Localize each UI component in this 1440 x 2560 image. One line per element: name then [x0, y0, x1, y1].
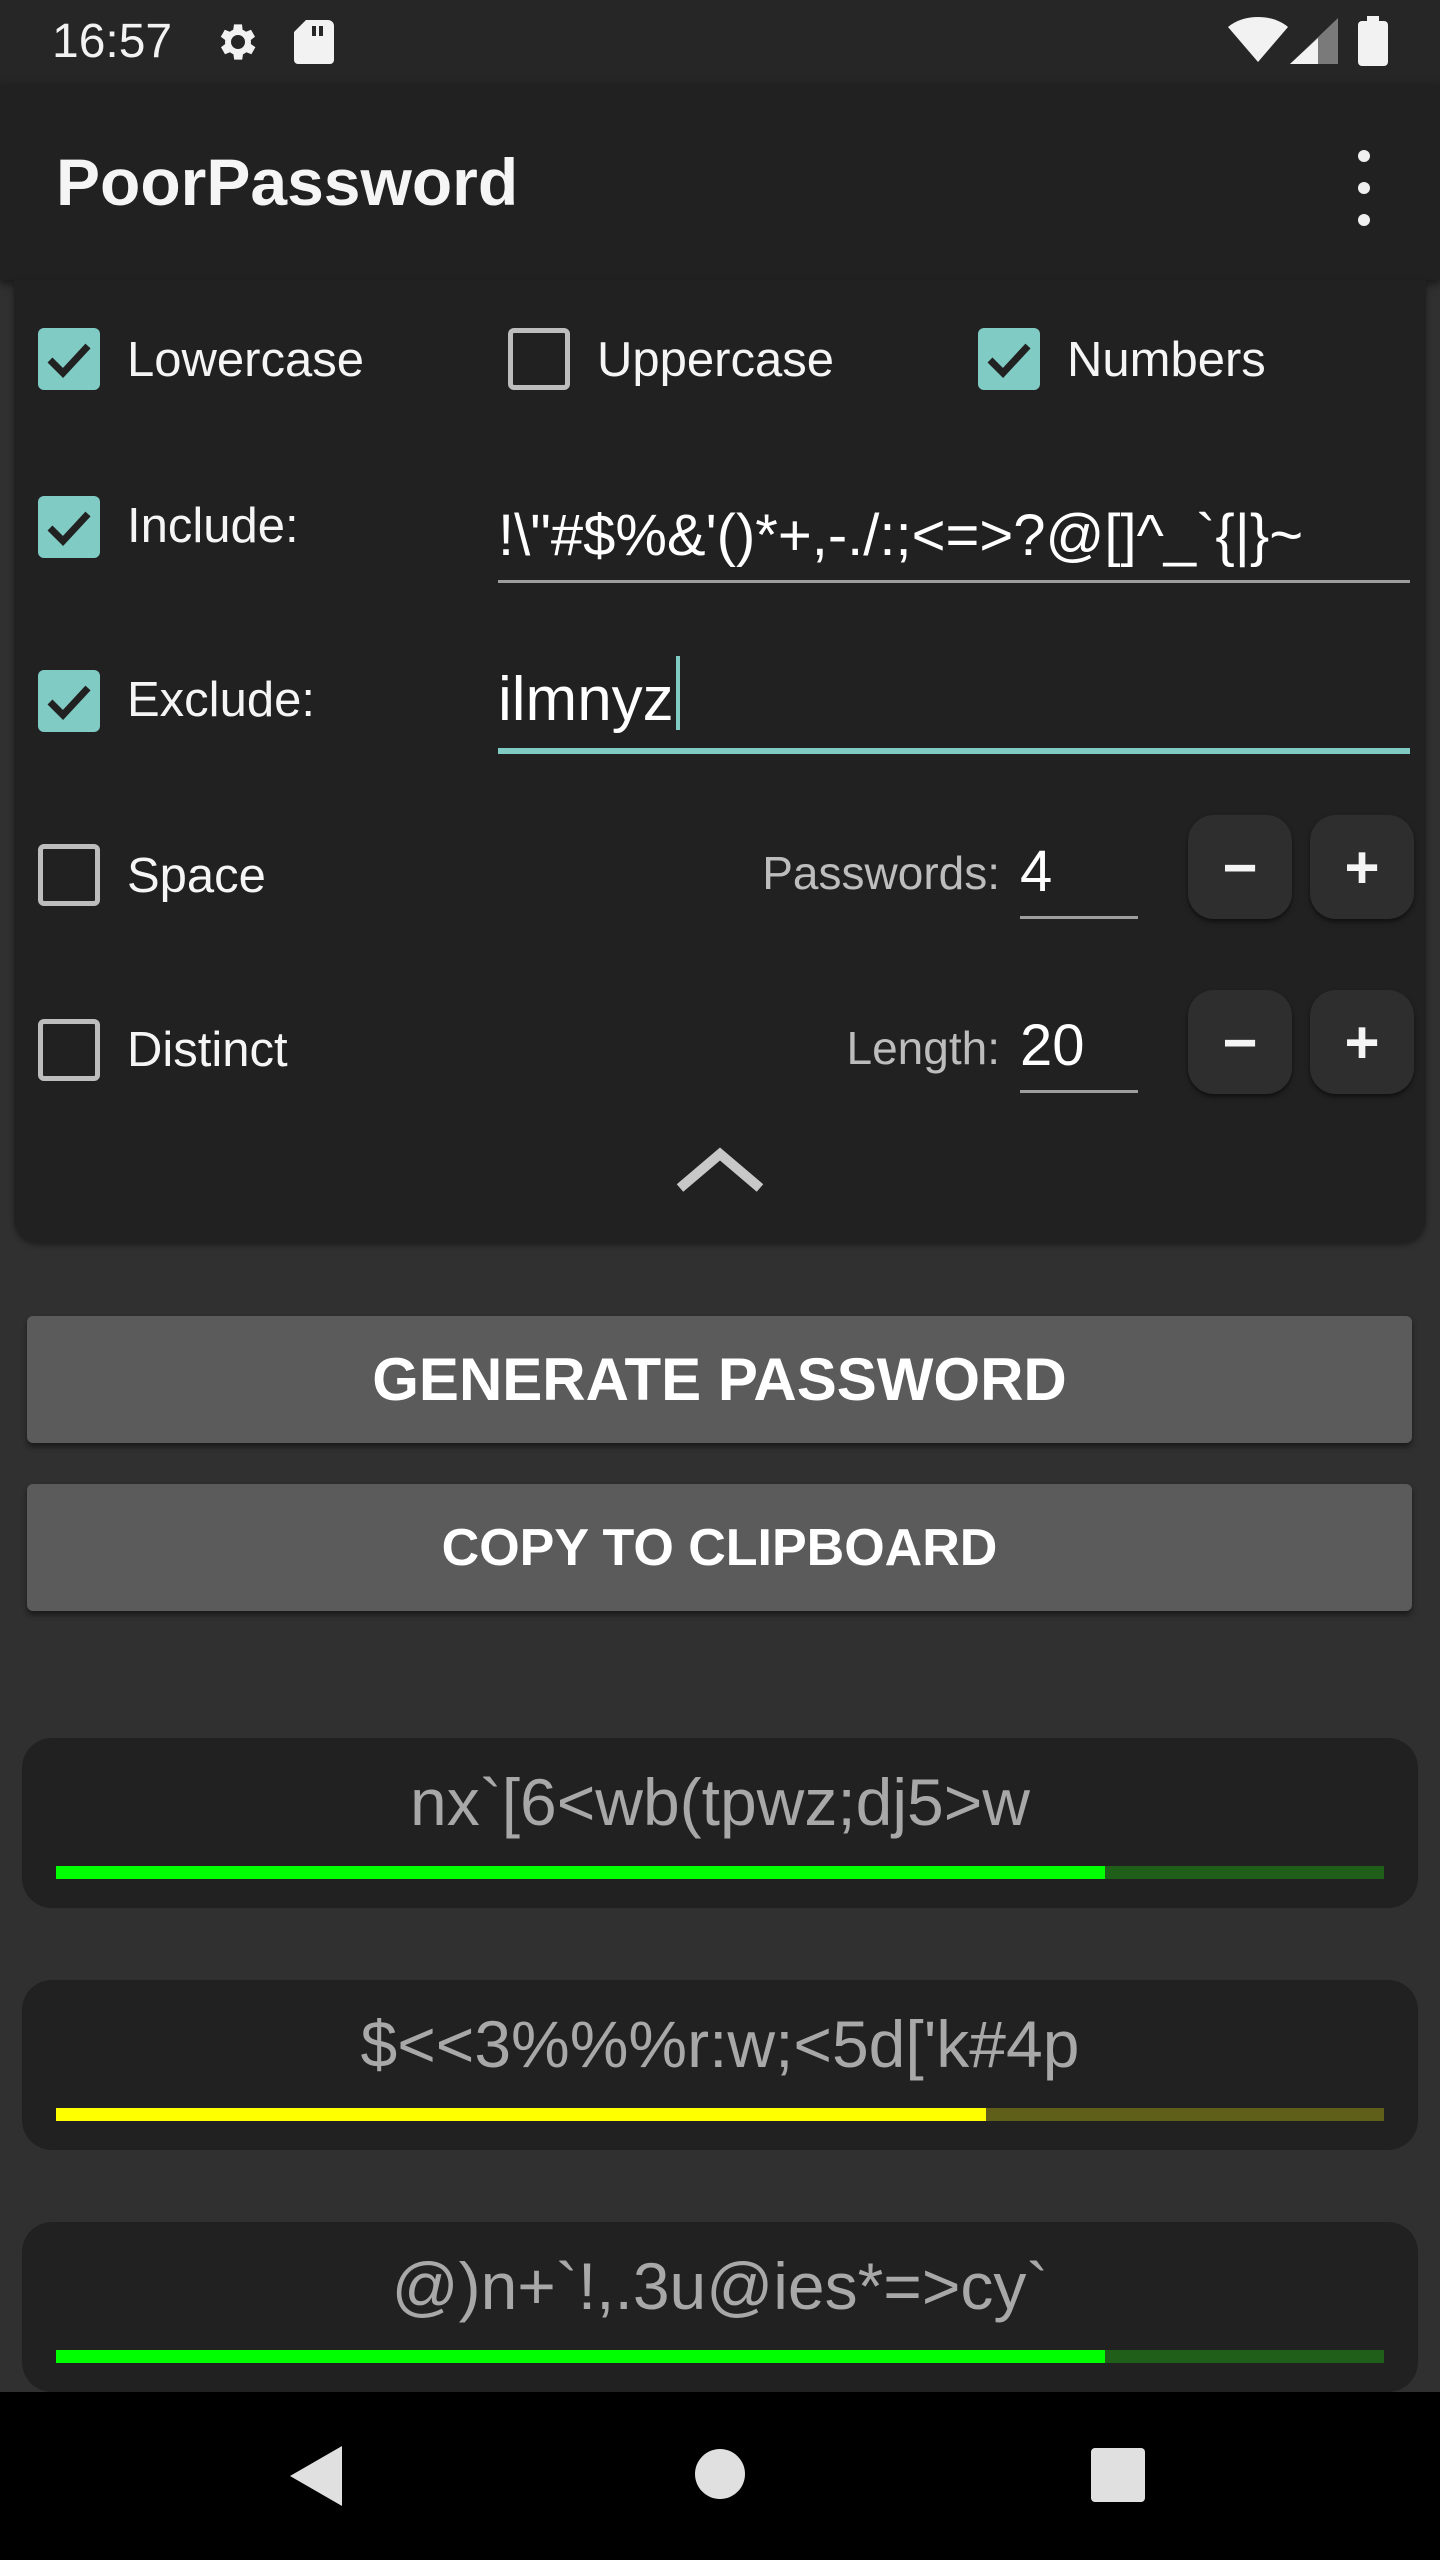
uppercase-checkbox[interactable]: [508, 328, 570, 390]
check-icon: [47, 343, 91, 379]
app-bar: PoorPassword: [0, 84, 1440, 280]
more-vert-icon[interactable]: [1336, 150, 1392, 226]
passwords-label: Passwords:: [762, 847, 1000, 899]
check-icon: [47, 685, 91, 721]
include-checkbox[interactable]: [38, 496, 100, 558]
check-icon: [47, 511, 91, 547]
include-field[interactable]: !\"#$%&'()*+,-./:;<=>?@[]^_`{|}~: [498, 492, 1410, 583]
strength-bar: [56, 1866, 1384, 1879]
password-card[interactable]: @)n+`!,.3u@ies*=>cy`: [22, 2222, 1418, 2392]
password-text: nx`[6<wb(tpwz;dj5>w: [410, 1765, 1030, 1839]
passwords-count-input[interactable]: 4: [1020, 828, 1138, 919]
lowercase-label: Lowercase: [127, 333, 364, 387]
distinct-label: Distinct: [127, 1023, 288, 1077]
signal-icon: [1290, 18, 1338, 69]
navigation-bar: [0, 2392, 1440, 2560]
sd-card-icon: [292, 18, 336, 71]
battery-icon: [1358, 16, 1388, 71]
check-icon: [987, 343, 1031, 379]
home-icon[interactable]: [694, 2448, 746, 2505]
password-text: @)n+`!,.3u@ies*=>cy`: [391, 2249, 1049, 2323]
password-text: $<<3%%%r:w;<5d['k#4p: [360, 2007, 1080, 2081]
status-bar: 16:57: [0, 0, 1440, 84]
app-title: PoorPassword: [56, 145, 519, 219]
copy-to-clipboard-button[interactable]: COPY TO CLIPBOARD: [27, 1484, 1412, 1611]
password-card[interactable]: $<<3%%%r:w;<5d['k#4p: [22, 1980, 1418, 2150]
length-input[interactable]: 20: [1020, 1002, 1138, 1093]
back-icon[interactable]: [288, 2444, 344, 2513]
distinct-checkbox[interactable]: [38, 1019, 100, 1081]
status-time: 16:57: [52, 15, 173, 68]
length-minus-button[interactable]: −: [1188, 990, 1292, 1094]
numbers-label: Numbers: [1067, 333, 1266, 387]
exclude-field[interactable]: ilmnyz: [498, 652, 1410, 754]
exclude-field-value: ilmnyz: [498, 665, 674, 734]
space-checkbox[interactable]: [38, 844, 100, 906]
include-label: Include:: [127, 499, 299, 553]
password-card[interactable]: nx`[6<wb(tpwz;dj5>w: [22, 1738, 1418, 1908]
length-label: Length:: [846, 1022, 1000, 1074]
uppercase-label: Uppercase: [597, 333, 834, 387]
strength-fill: [56, 2108, 986, 2121]
passwords-minus-button[interactable]: −: [1188, 815, 1292, 919]
strength-bar: [56, 2350, 1384, 2363]
exclude-label: Exclude:: [127, 673, 315, 727]
strength-bar: [56, 2108, 1384, 2121]
generate-password-button[interactable]: GENERATE PASSWORD: [27, 1316, 1412, 1443]
numbers-checkbox[interactable]: [978, 328, 1040, 390]
wifi-icon: [1228, 16, 1288, 69]
length-plus-button[interactable]: +: [1310, 990, 1414, 1094]
options-card: [14, 280, 1426, 1242]
lowercase-checkbox[interactable]: [38, 328, 100, 390]
passwords-plus-button[interactable]: +: [1310, 815, 1414, 919]
text-cursor: [675, 656, 680, 730]
space-label: Space: [127, 849, 266, 903]
strength-fill: [56, 2350, 1106, 2363]
gear-icon: [212, 18, 260, 71]
recents-icon[interactable]: [1091, 2448, 1145, 2507]
exclude-checkbox[interactable]: [38, 670, 100, 732]
chevron-up-icon[interactable]: [670, 1140, 770, 1205]
strength-fill: [56, 1866, 1106, 1879]
